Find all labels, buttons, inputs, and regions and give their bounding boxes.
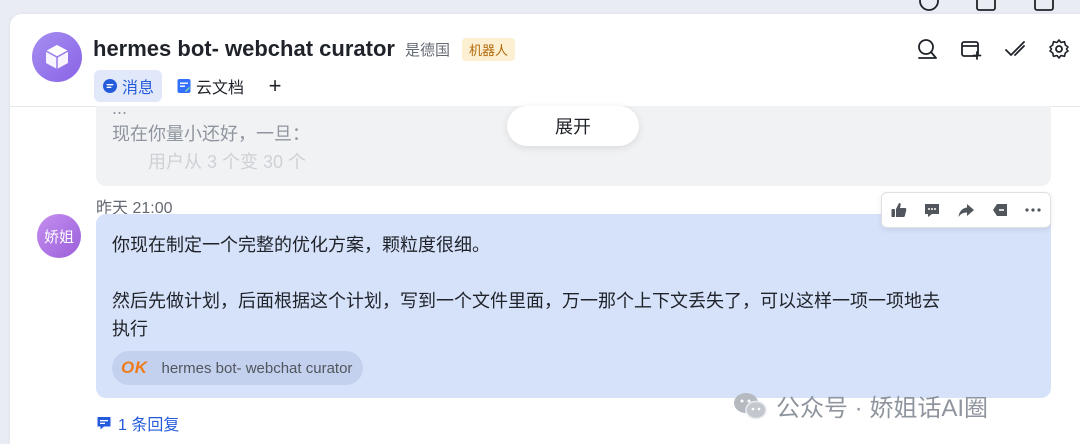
- collapsed-line: 现在你量小还好，一旦：: [112, 124, 310, 144]
- wechat-icon: [734, 392, 767, 419]
- done-icon: [1005, 41, 1025, 56]
- forward-icon: [958, 204, 974, 217]
- doc-icon: [176, 78, 192, 94]
- watermark: 公众号 · 娇姐话AI圈: [732, 388, 988, 423]
- bot-mention-label: hermes bot- webchat curator: [161, 359, 353, 377]
- owner-label: 是德国: [404, 41, 450, 59]
- tab-messages[interactable]: 消息: [94, 70, 163, 102]
- comment-button[interactable]: [919, 197, 945, 223]
- message-paragraph: 你现在制定一个完整的优化方案，颗粒度很细。: [112, 235, 490, 255]
- thumbs-up-icon: [891, 203, 907, 217]
- comment-icon: [925, 204, 940, 217]
- like-button[interactable]: [886, 197, 912, 223]
- chat-header: hermes bot- webchat curator 是德国 机器人 消息 云…: [10, 14, 1080, 107]
- title-row: hermes bot- webchat curator 是德国 机器人: [93, 36, 515, 62]
- pin-icon: [992, 204, 1007, 216]
- message-paragraph: 执行: [112, 319, 148, 339]
- settings-button[interactable]: [1046, 36, 1072, 62]
- bot-badge: 机器人: [461, 37, 515, 61]
- settings-icon: [1049, 39, 1069, 59]
- header-toolbar: [896, 36, 1072, 62]
- search-icon: [918, 39, 937, 59]
- watermark-text: 公众号 · 娇姐话AI圈: [776, 395, 989, 422]
- message-actions: [881, 192, 1051, 228]
- search-button[interactable]: [914, 36, 940, 62]
- collapsed-line: 用户从 3 个变 30 个: [112, 152, 307, 172]
- ok-logo: OK: [121, 358, 148, 377]
- done-button[interactable]: [1002, 36, 1028, 62]
- more-icon: [1025, 208, 1041, 212]
- chat-tabs: 消息 云文档 +: [94, 70, 288, 102]
- message-bubble[interactable]: 你现在制定一个完整的优化方案，颗粒度很细。 然后先做计划，后面根据这个计划，写到…: [96, 214, 1051, 398]
- cube-icon: [45, 45, 69, 69]
- message-icon: [102, 78, 118, 94]
- tab-docs-label: 云文档: [196, 80, 245, 97]
- tab-docs[interactable]: 云文档: [168, 70, 252, 102]
- chat-title[interactable]: hermes bot- webchat curator: [93, 36, 395, 62]
- avatar[interactable]: 娇姐: [37, 214, 81, 258]
- forward-button[interactable]: [953, 197, 979, 223]
- top-edge-clock-icon[interactable]: [918, 0, 940, 12]
- top-edge-window-icon[interactable]: [975, 0, 997, 12]
- tab-messages-label: 消息: [122, 80, 155, 97]
- more-button[interactable]: [1020, 197, 1046, 223]
- message-paragraph: 然后先做计划，后面根据这个计划，写到一个文件里面，万一那个上下文丢失了，可以这样…: [112, 291, 940, 311]
- add-member-button[interactable]: [958, 36, 984, 62]
- top-edge-box-icon[interactable]: [1033, 0, 1055, 12]
- bot-mention-chip[interactable]: OK hermes bot- webchat curator: [112, 351, 364, 385]
- collapsed-line: ...: [112, 106, 128, 118]
- add-member-icon: [961, 41, 982, 60]
- chat-window: hermes bot- webchat curator 是德国 机器人 消息 云…: [10, 14, 1080, 444]
- reply-count: 1 条回复: [118, 417, 180, 434]
- pin-button[interactable]: [987, 197, 1013, 223]
- add-tab-button[interactable]: +: [262, 73, 288, 99]
- bot-avatar[interactable]: [32, 32, 82, 82]
- reply-link[interactable]: 1 条回复: [96, 411, 179, 435]
- expand-button[interactable]: 展开: [507, 106, 639, 146]
- reply-icon: [97, 417, 111, 430]
